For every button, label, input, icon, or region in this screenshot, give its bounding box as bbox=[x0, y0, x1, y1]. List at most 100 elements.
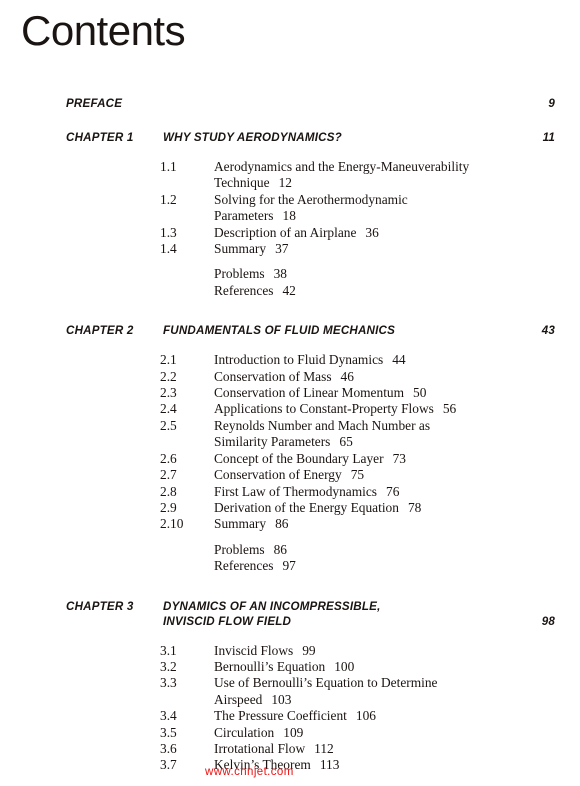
list-item[interactable]: 2.9 Derivation of the Energy Equation 78 bbox=[0, 500, 580, 516]
section-page-number: 99 bbox=[302, 642, 316, 658]
section-number: 1.3 bbox=[160, 224, 177, 240]
section-page-number: 73 bbox=[392, 450, 406, 466]
section-title: Bernoulli’s Equation 100 bbox=[214, 659, 534, 675]
endmatter-title-text: References bbox=[214, 558, 274, 574]
toc-entry-chapter-2[interactable]: CHAPTER 2 FUNDAMENTALS OF FLUID MECHANICS… bbox=[0, 323, 580, 338]
section-title: First Law of Thermodynamics 76 bbox=[214, 484, 534, 500]
list-item[interactable]: 2.10 Summary 86 bbox=[0, 516, 580, 532]
toc-entry-chapter-1[interactable]: CHAPTER 1 WHY STUDY AERODYNAMICS? 11 bbox=[0, 130, 580, 145]
toc-entry-preface[interactable]: PREFACE 9 bbox=[0, 96, 580, 111]
chapter-1-title: WHY STUDY AERODYNAMICS? bbox=[163, 131, 342, 144]
preface-page-number: 9 bbox=[548, 97, 555, 110]
section-title: Aerodynamics and the Energy-Maneuverabil… bbox=[214, 159, 534, 192]
section-page-number: 37 bbox=[275, 241, 289, 257]
list-item[interactable]: 1.2 Solving for the Aerothermodynamic Pa… bbox=[0, 192, 580, 225]
section-title: Conservation of Mass 46 bbox=[214, 369, 534, 385]
section-number: 2.1 bbox=[160, 352, 177, 368]
chapter-1-endmatter-list: Problems 38 References 42 bbox=[0, 266, 580, 299]
section-page-number: 100 bbox=[334, 658, 355, 674]
endmatter-title: Problems 86 bbox=[214, 542, 534, 558]
section-title-text: Derivation of the Energy Equation bbox=[214, 499, 399, 515]
section-number: 3.6 bbox=[160, 740, 177, 756]
section-title-text: First Law of Thermodynamics bbox=[214, 483, 378, 499]
section-number: 3.5 bbox=[160, 724, 177, 740]
section-number: 2.7 bbox=[160, 467, 177, 483]
section-title-text: Summary bbox=[214, 241, 267, 257]
chapter-2-section-list: 2.1 Introduction to Fluid Dynamics 44 2.2… bbox=[0, 352, 580, 532]
list-item[interactable]: References 97 bbox=[0, 558, 580, 574]
section-page-number: 44 bbox=[392, 352, 406, 368]
section-page-number: 65 bbox=[339, 434, 353, 450]
chapter-2-page-number: 43 bbox=[541, 324, 555, 338]
section-title-text: Bernoulli’s Equation bbox=[214, 658, 326, 674]
section-title-text: Solving for the Aerothermodynamic Parame… bbox=[214, 191, 408, 224]
section-title: Reynolds Number and Mach Number as Simil… bbox=[214, 418, 534, 451]
table-of-contents: PREFACE 9 CHAPTER 1 WHY STUDY AERODYNAMIC… bbox=[0, 96, 580, 774]
list-item[interactable]: 3.1 Inviscid Flows 99 bbox=[0, 643, 580, 659]
section-title-text: The Pressure Coefficient bbox=[214, 708, 347, 724]
section-number: 3.4 bbox=[160, 708, 177, 724]
endmatter-title-text: References bbox=[214, 282, 274, 298]
section-title-text: Summary bbox=[214, 516, 267, 532]
list-item[interactable]: References 42 bbox=[0, 283, 580, 299]
list-item[interactable]: 2.2 Conservation of Mass 46 bbox=[0, 369, 580, 385]
chapter-3-title: DYNAMICS OF AN INCOMPRESSIBLE, INVISCID … bbox=[163, 599, 381, 628]
section-title: Circulation 109 bbox=[214, 725, 534, 741]
section-title: Derivation of the Energy Equation 78 bbox=[214, 500, 534, 516]
section-page-number: 36 bbox=[365, 224, 379, 240]
list-item[interactable]: 3.5 Circulation 109 bbox=[0, 725, 580, 741]
section-number: 1.2 bbox=[160, 191, 177, 207]
list-item[interactable]: 3.4 The Pressure Coefficient 106 bbox=[0, 708, 580, 724]
preface-label: PREFACE bbox=[66, 97, 123, 110]
list-item[interactable]: 2.7 Conservation of Energy 75 bbox=[0, 467, 580, 483]
chapter-3-page-number: 98 bbox=[541, 614, 555, 628]
toc-entry-chapter-3[interactable]: CHAPTER 3 DYNAMICS OF AN INCOMPRESSIBLE, … bbox=[0, 599, 580, 629]
section-title: Solving for the Aerothermodynamic Parame… bbox=[214, 192, 534, 225]
section-number: 2.2 bbox=[160, 368, 177, 384]
list-item[interactable]: Problems 86 bbox=[0, 542, 580, 558]
section-title: Summary 37 bbox=[214, 241, 534, 257]
section-page-number: 106 bbox=[355, 708, 376, 724]
list-item[interactable]: 3.6 Irrotational Flow 112 bbox=[0, 741, 580, 757]
section-page-number: 86 bbox=[275, 516, 289, 532]
list-item[interactable]: 1.4 Summary 37 bbox=[0, 241, 580, 257]
list-item[interactable]: 2.3 Conservation of Linear Momentum 50 bbox=[0, 385, 580, 401]
section-title-text: Circulation bbox=[214, 724, 275, 740]
list-item[interactable]: 1.1 Aerodynamics and the Energy-Maneuver… bbox=[0, 159, 580, 192]
list-item[interactable]: 2.8 First Law of Thermodynamics 76 bbox=[0, 484, 580, 500]
list-item[interactable]: 3.3 Use of Bernoulli’s Equation to Deter… bbox=[0, 675, 580, 708]
section-title: Introduction to Fluid Dynamics 44 bbox=[214, 352, 534, 368]
section-page-number: 112 bbox=[314, 740, 334, 756]
chapter-2-label: CHAPTER 2 bbox=[66, 324, 134, 338]
endmatter-title-text: Problems bbox=[214, 541, 265, 557]
endmatter-title: References 42 bbox=[214, 283, 534, 299]
chapter-1-section-list: 1.1 Aerodynamics and the Energy-Maneuver… bbox=[0, 159, 580, 257]
list-item[interactable]: 2.6 Concept of the Boundary Layer 73 bbox=[0, 451, 580, 467]
list-item[interactable]: 2.4 Applications to Constant-Property Fl… bbox=[0, 401, 580, 417]
endmatter-page-number: 42 bbox=[282, 282, 296, 298]
chapter-1-page-number: 11 bbox=[542, 131, 555, 144]
section-title: Conservation of Linear Momentum 50 bbox=[214, 385, 534, 401]
section-number: 2.6 bbox=[160, 450, 177, 466]
section-number: 2.3 bbox=[160, 385, 177, 401]
chapter-1-label: CHAPTER 1 bbox=[66, 131, 134, 144]
section-title: Description of an Airplane 36 bbox=[214, 225, 534, 241]
section-title: Concept of the Boundary Layer 73 bbox=[214, 451, 534, 467]
section-page-number: 46 bbox=[340, 368, 354, 384]
section-title-text: Conservation of Energy bbox=[214, 467, 342, 483]
section-title-text: Aerodynamics and the Energy-Maneuverabil… bbox=[214, 159, 470, 191]
endmatter-title: References 97 bbox=[214, 558, 534, 574]
list-item[interactable]: 1.3 Description of an Airplane 36 bbox=[0, 225, 580, 241]
section-page-number: 76 bbox=[386, 483, 400, 499]
section-title: Use of Bernoulli’s Equation to Determine… bbox=[214, 675, 534, 708]
list-item[interactable]: 3.2 Bernoulli’s Equation 100 bbox=[0, 659, 580, 675]
list-item[interactable]: Problems 38 bbox=[0, 266, 580, 282]
list-item[interactable]: 2.1 Introduction to Fluid Dynamics 44 bbox=[0, 352, 580, 368]
list-item[interactable]: 2.5 Reynolds Number and Mach Number as S… bbox=[0, 418, 580, 451]
section-title: Applications to Constant-Property Flows 5… bbox=[214, 401, 534, 417]
